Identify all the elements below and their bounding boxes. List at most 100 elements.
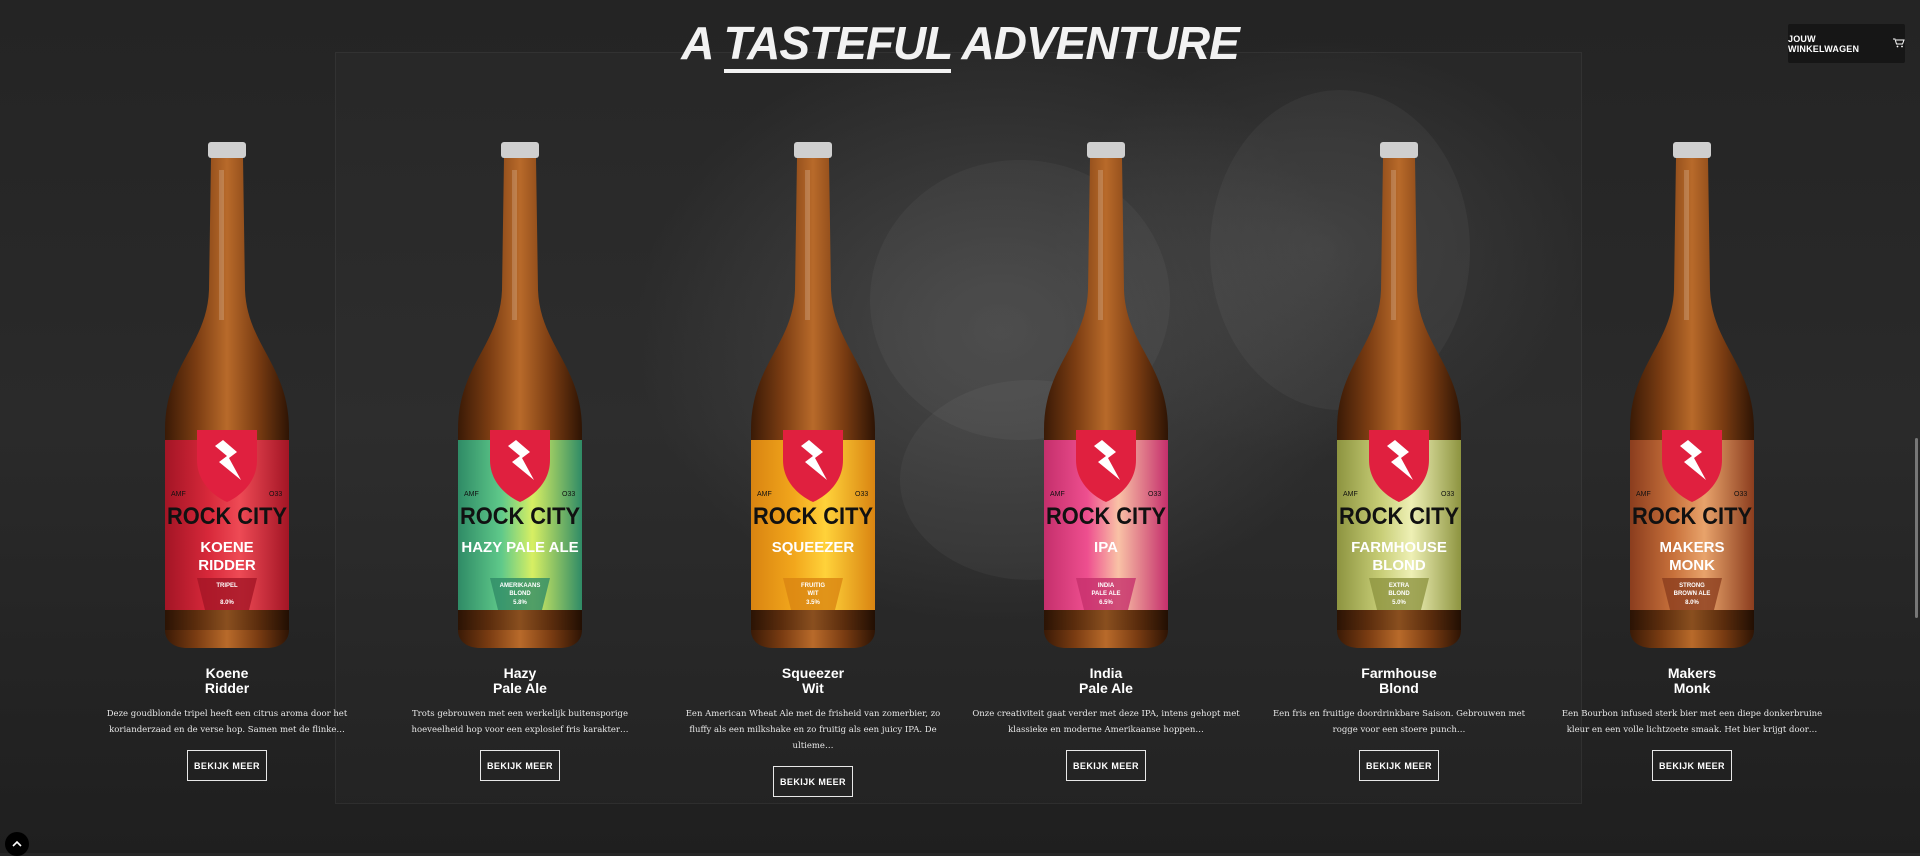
label-title-line1: MAKERS — [1659, 539, 1724, 556]
label-style-line1: AMERIKAANS — [500, 583, 541, 589]
product-description: Een fris en fruitige doordrinkbare Saiso… — [1272, 709, 1526, 735]
cart-button[interactable]: JOUW WINKELWAGEN — [1788, 24, 1905, 63]
product-card: AMF O33 ROCK CITY IPA INDIA PALE ALE 6.5… — [961, 140, 1251, 781]
title-part: Adventure — [951, 17, 1240, 69]
product-name-line2: Pale Ale — [493, 680, 547, 696]
label-abv: 3.5% — [806, 600, 820, 606]
page-title: A Tasteful Adventure — [0, 16, 1920, 73]
product-name-line2: Blond — [1379, 680, 1419, 696]
label-brand: ROCK CITY — [1046, 503, 1166, 530]
label-code: O33 — [1734, 491, 1747, 498]
product-card: AMF O33 ROCK CITY SQUEEZER FRUITIG WIT 3… — [668, 140, 958, 797]
product-card: AMF O33 ROCK CITY KOENE RIDDER TRIPEL 8.… — [82, 140, 372, 781]
label-title-line2: BLOND — [1372, 557, 1425, 574]
view-more-button[interactable]: BEKIJK MEER — [773, 766, 853, 797]
label-style-line2: PALE ALE — [1091, 591, 1120, 597]
product-name-line1: Hazy — [503, 665, 537, 681]
bottle-cap — [208, 142, 246, 158]
product-card: AMF O33 ROCK CITY MAKERS MONK STRONG BRO… — [1547, 140, 1837, 781]
label-amf: AMF — [1050, 491, 1065, 498]
beer-bottle-image: AMF O33 ROCK CITY SQUEEZER FRUITIG WIT 3… — [751, 142, 875, 648]
title-part: A — [681, 17, 724, 69]
product-name-line2: Pale Ale — [1079, 680, 1133, 696]
label-amf: AMF — [171, 491, 186, 498]
product-name: Squeezer Wit — [668, 666, 958, 696]
beer-bottle-image: AMF O33 ROCK CITY FARMHOUSE BLOND EXTRA … — [1337, 142, 1461, 648]
product-description: Trots gebrouwen met een werkelijk buiten… — [411, 709, 629, 735]
beer-bottle-image: AMF O33 ROCK CITY IPA INDIA PALE ALE 6.5… — [1044, 142, 1168, 648]
view-more-button[interactable]: BEKIJK MEER — [480, 750, 560, 781]
label-code: O33 — [269, 491, 282, 498]
label-title-line1: HAZY PALE ALE — [461, 539, 578, 556]
bottle-cap — [1673, 142, 1711, 158]
product-description: Een Bourbon infused sterk bier met een d… — [1561, 709, 1823, 735]
product-card: AMF O33 ROCK CITY FARMHOUSE BLOND EXTRA … — [1254, 140, 1544, 781]
product-name-line2: Monk — [1673, 680, 1711, 696]
chevron-up-icon — [12, 840, 22, 847]
label-brand: ROCK CITY — [460, 503, 580, 530]
bottle-cap — [794, 142, 832, 158]
label-style-line1: FRUITIG — [801, 583, 825, 589]
view-more-button[interactable]: BEKIJK MEER — [1652, 750, 1732, 781]
title-part-underlined: Tasteful — [723, 17, 952, 73]
bottle-cap — [1087, 142, 1125, 158]
label-code: O33 — [855, 491, 868, 498]
label-title-line1: KOENE — [200, 539, 253, 556]
bottle-cap — [501, 142, 539, 158]
product-description: Onze creativiteit gaat verder met deze I… — [972, 709, 1240, 735]
product-name-line2: Wit — [802, 680, 824, 696]
label-title-line1: SQUEEZER — [772, 539, 855, 556]
view-more-button[interactable]: BEKIJK MEER — [1066, 750, 1146, 781]
label-abv: 8.0% — [1685, 600, 1699, 606]
view-more-button[interactable]: BEKIJK MEER — [1359, 750, 1439, 781]
label-abv: 5.8% — [513, 600, 527, 606]
label-amf: AMF — [1343, 491, 1358, 498]
label-brand: ROCK CITY — [1632, 503, 1752, 530]
beer-bottle-image: AMF O33 ROCK CITY HAZY PALE ALE AMERIKAA… — [458, 142, 582, 648]
product-card: AMF O33 ROCK CITY HAZY PALE ALE AMERIKAA… — [375, 140, 665, 781]
product-name-line1: Makers — [1667, 665, 1717, 681]
label-amf: AMF — [1636, 491, 1651, 498]
product-name: India Pale Ale — [961, 666, 1251, 696]
label-brand: ROCK CITY — [1339, 503, 1459, 530]
scrollbar[interactable] — [1915, 438, 1918, 618]
bottle-cap — [1380, 142, 1418, 158]
label-style-line2: WIT — [808, 591, 819, 597]
label-code: O33 — [1148, 491, 1161, 498]
beer-bottle-image: AMF O33 ROCK CITY MAKERS MONK STRONG BRO… — [1630, 142, 1754, 648]
product-name-line1: Squeezer — [781, 665, 845, 681]
back-to-top-button[interactable] — [5, 832, 29, 856]
label-style-line2: BLOND — [1388, 591, 1410, 597]
product-name-line2: Ridder — [204, 680, 250, 696]
product-name: Koene Ridder — [82, 666, 372, 696]
cart-label: JOUW WINKELWAGEN — [1788, 33, 1860, 54]
product-name: Hazy Pale Ale — [375, 666, 665, 696]
view-more-button[interactable]: BEKIJK MEER — [187, 750, 267, 781]
product-name-line1: India — [1089, 665, 1123, 681]
label-style-line1: INDIA — [1098, 583, 1115, 589]
product-description: Een American Wheat Ale met de frisheid v… — [685, 709, 941, 751]
label-brand: ROCK CITY — [753, 503, 873, 530]
label-code: O33 — [562, 491, 575, 498]
label-style-line1: TRIPEL — [216, 583, 238, 589]
label-style-line1: STRONG — [1679, 583, 1705, 589]
label-amf: AMF — [757, 491, 772, 498]
label-abv: 6.5% — [1099, 600, 1113, 606]
product-name-line1: Farmhouse — [1361, 665, 1437, 681]
label-title-line2: RIDDER — [198, 557, 256, 574]
product-description: Deze goudblonde tripel heeft een citrus … — [106, 709, 348, 735]
label-abv: 5.0% — [1392, 600, 1406, 606]
cart-icon — [1893, 38, 1905, 50]
label-code: O33 — [1441, 491, 1454, 498]
label-amf: AMF — [464, 491, 479, 498]
product-name: Makers Monk — [1547, 666, 1837, 696]
product-name: Farmhouse Blond — [1254, 666, 1544, 696]
label-title-line2: MONK — [1669, 557, 1715, 574]
label-style-line2: BROWN ALE — [1674, 591, 1711, 597]
label-style-line1: EXTRA — [1389, 583, 1410, 589]
label-title-line1: FARMHOUSE — [1351, 539, 1447, 556]
label-brand: ROCK CITY — [167, 503, 287, 530]
product-name-line1: Koene — [205, 665, 249, 681]
label-title-line1: IPA — [1094, 539, 1118, 556]
label-style-line2: BLOND — [509, 591, 531, 597]
